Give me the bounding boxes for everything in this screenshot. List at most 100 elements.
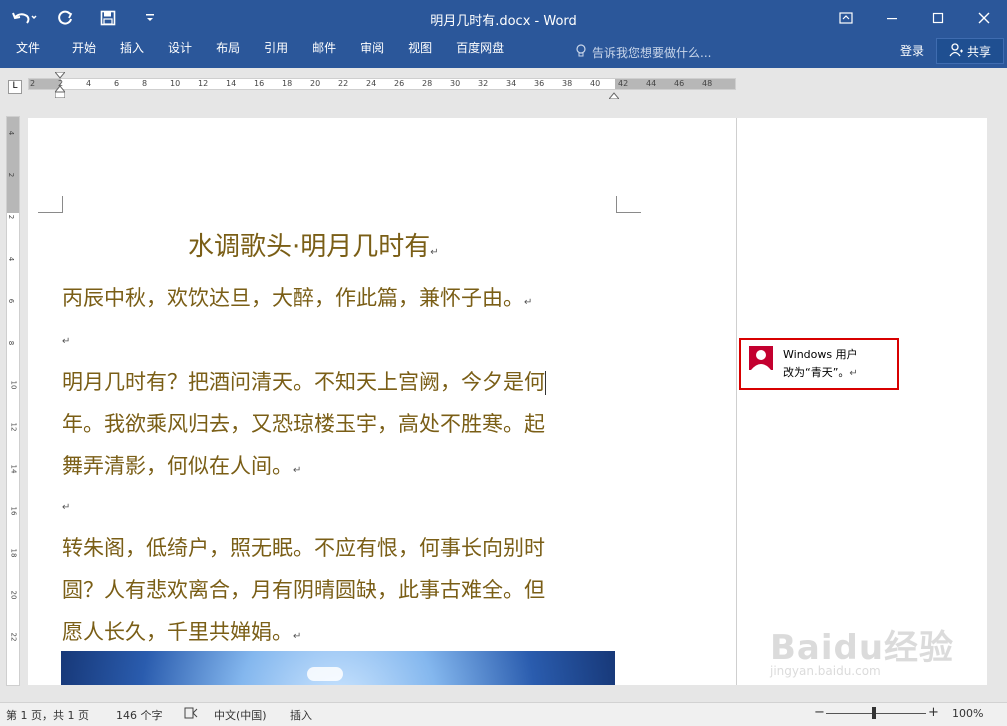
lightbulb-icon [576, 43, 586, 61]
ruler-tick-label: 42 [618, 79, 629, 88]
vertical-ruler-tick-label: 4 [7, 256, 16, 262]
ruler-tick-label: 34 [506, 79, 517, 88]
share-label: 共享 [966, 44, 991, 59]
zoom-in-icon[interactable]: + [928, 705, 939, 720]
ruler-tick-label: 18 [282, 79, 293, 88]
vertical-ruler-tick-label: 12 [9, 422, 18, 432]
tell-me-text: 告诉我您想要做什么... [592, 45, 712, 60]
avatar [749, 346, 773, 370]
ruler-tick-label: 8 [142, 79, 148, 88]
ruler-tick-label: 24 [366, 79, 377, 88]
ribbon-tabs: 文件 开始 插入 设计 布局 引用 邮件 审阅 视图 百度网盘 [0, 36, 516, 68]
person-icon [949, 42, 963, 60]
ruler-tick-label: 30 [450, 79, 461, 88]
tab-view[interactable]: 视图 [396, 36, 444, 68]
paragraph-mark: ↵ [293, 631, 302, 642]
paragraph-mark: ↵ [293, 465, 302, 476]
tab-layout[interactable]: 布局 [204, 36, 252, 68]
proofing-icon[interactable] [184, 707, 198, 722]
tab-mailings[interactable]: 邮件 [300, 36, 348, 68]
ruler-tick-label: 40 [590, 79, 601, 88]
tab-home[interactable]: 开始 [60, 36, 108, 68]
status-words[interactable]: 146 个字 [116, 707, 163, 723]
status-language[interactable]: 中文(中国) [214, 707, 267, 723]
ruler-tick-label: 26 [394, 79, 405, 88]
moon-image[interactable] [61, 651, 615, 685]
status-page[interactable]: 第 1 页，共 1 页 [6, 707, 89, 723]
comment-balloon[interactable]: Windows 用户 改为“青天”。↵ [739, 338, 899, 390]
ruler-tick-label: 28 [422, 79, 433, 88]
right-indent-marker-icon[interactable] [607, 84, 621, 100]
ruler-tick-label: 46 [674, 79, 685, 88]
document-title[interactable]: 水调歌头·明月几时有↵ [188, 226, 439, 263]
paragraph-mark: ↵ [849, 368, 858, 379]
vertical-ruler-tick-label: 14 [9, 464, 18, 474]
document-page[interactable]: 水调歌头·明月几时有↵ 丙辰中秋，欢饮达旦，大醉，作此篇，兼怀子由。↵ ↵ 明月… [28, 118, 736, 685]
share-button[interactable]: 共享 [936, 38, 1004, 64]
tab-file[interactable]: 文件 [0, 36, 60, 68]
empty-paragraph[interactable]: ↵ [62, 336, 70, 347]
zoom-out-icon[interactable]: − [814, 705, 825, 720]
ruler-tick-label: 20 [310, 79, 321, 88]
ruler-tick-label: 44 [646, 79, 657, 88]
comment-author: Windows 用户 [783, 348, 858, 361]
paragraph-mark: ↵ [62, 502, 71, 513]
vertical-ruler-tick-label: 20 [9, 590, 18, 600]
vertical-ruler-tick-label: 8 [7, 340, 16, 346]
tab-references[interactable]: 引用 [252, 36, 300, 68]
paragraph-mark: ↵ [62, 336, 71, 347]
ruler-tick-label: 6 [114, 79, 120, 88]
ruler-tick-label: 10 [170, 79, 181, 88]
indent-marker-icon[interactable] [53, 71, 67, 99]
tab-insert[interactable]: 插入 [108, 36, 156, 68]
markup-area: Windows 用户 改为“青天”。↵ [736, 118, 988, 685]
watermark-url: jingyan.baidu.com [770, 664, 881, 678]
vertical-ruler[interactable]: 4 2 2 4 6 8 10 12 14 16 18 20 22 [6, 116, 20, 686]
maximize-icon[interactable] [915, 0, 961, 36]
status-mode[interactable]: 插入 [290, 707, 312, 723]
tell-me-box[interactable]: 告诉我您想要做什么... [576, 42, 711, 62]
ruler-tick-label: 36 [534, 79, 545, 88]
ruler-tick-label: 4 [86, 79, 92, 88]
tab-baidu-netdisk[interactable]: 百度网盘 [444, 36, 516, 68]
watermark-brand: Baidu经验 [770, 628, 955, 668]
doc-line[interactable]: 舞弄清影，何似在人间。↵ [62, 450, 301, 480]
crop-mark-left [38, 196, 63, 213]
ruler-tick-label: 2 [30, 79, 36, 88]
ruler-tick-label: 22 [338, 79, 349, 88]
crop-mark-right [616, 196, 641, 213]
login-link[interactable]: 登录 [900, 42, 924, 59]
text-cursor [545, 371, 546, 395]
ribbon-display-icon[interactable] [823, 0, 869, 36]
status-bar: 第 1 页，共 1 页 146 个字 中文(中国) 插入 − + 100% [0, 702, 1007, 726]
empty-paragraph[interactable]: ↵ [62, 502, 70, 513]
doc-line[interactable]: 明月几时有？把酒问清天。不知天上宫阙，今夕是何 [62, 366, 546, 396]
vertical-ruler-tick-label: 2 [7, 172, 16, 178]
vertical-ruler-tick-label: 6 [7, 298, 16, 304]
tab-review[interactable]: 审阅 [348, 36, 396, 68]
zoom-slider[interactable] [826, 713, 926, 714]
doc-line[interactable]: 丙辰中秋，欢饮达旦，大醉，作此篇，兼怀子由。↵ [62, 282, 532, 312]
doc-line[interactable]: 愿人长久，千里共婵娟。↵ [62, 616, 301, 646]
ruler-tick-label: 14 [226, 79, 237, 88]
ribbon-tabs-bar: 文件 开始 插入 设计 布局 引用 邮件 审阅 视图 百度网盘 告诉我您想要做什… [0, 36, 1007, 68]
ruler-tick-label: 38 [562, 79, 573, 88]
vertical-ruler-tick-label: 10 [9, 380, 18, 390]
close-icon[interactable] [961, 0, 1007, 36]
ruler-tick-label: 48 [702, 79, 713, 88]
paragraph-mark: ↵ [430, 247, 439, 258]
tab-design[interactable]: 设计 [156, 36, 204, 68]
zoom-level[interactable]: 100% [952, 707, 983, 720]
doc-line[interactable]: 圆？人有悲欢离合，月有阴晴圆缺，此事古难全。但 [62, 574, 545, 604]
cloud-shape [307, 667, 343, 681]
comment-text[interactable]: 改为“青天”。↵ [783, 364, 858, 380]
tab-selector-icon[interactable]: L [8, 80, 22, 94]
doc-line[interactable]: 年。我欲乘风归去，又恐琼楼玉宇，高处不胜寒。起 [62, 408, 545, 438]
zoom-thumb[interactable] [872, 707, 876, 719]
vertical-scrollbar[interactable] [987, 118, 1007, 685]
doc-line[interactable]: 转朱阁，低绮户，照无眠。不应有恨，何事长向别时 [62, 532, 545, 562]
minimize-icon[interactable] [869, 0, 915, 36]
vertical-ruler-tick-label: 16 [9, 506, 18, 516]
vertical-ruler-tick-label: 4 [7, 130, 16, 136]
ruler-strip[interactable]: 2 2 4 6 8 10 12 14 16 18 20 22 24 26 28 30 32 34 36 38 40 42 4… [28, 78, 736, 90]
